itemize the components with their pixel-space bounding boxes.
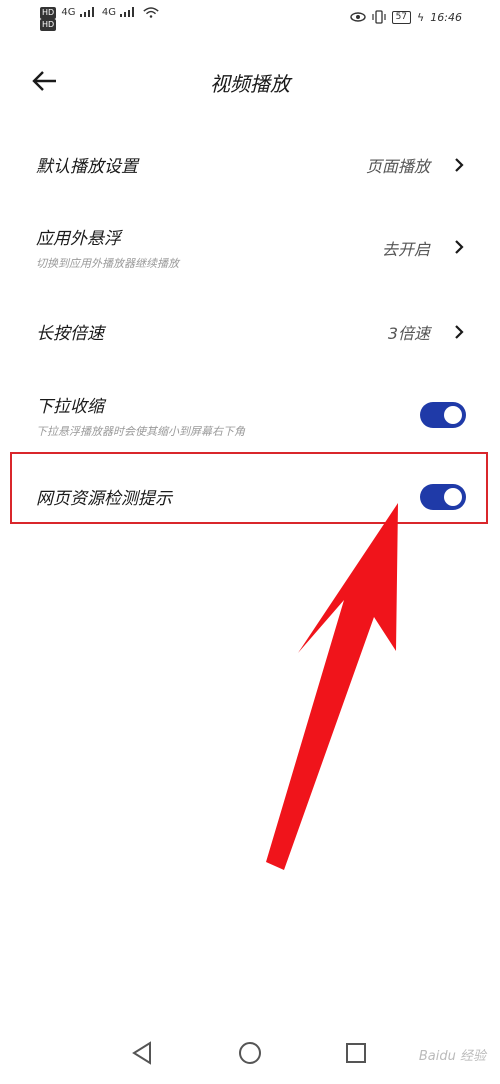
nav-recents-icon[interactable] bbox=[343, 1040, 369, 1066]
signal-icon bbox=[79, 7, 94, 17]
battery-icon: 57 bbox=[391, 10, 412, 24]
signal-icon bbox=[120, 7, 135, 17]
network-type: 4G bbox=[61, 7, 76, 18]
setting-pull-down-shrink: 下拉收缩 下拉悬浮播放器时会使其缩小到屏幕右下角 bbox=[0, 384, 500, 444]
clock: 16:46 bbox=[430, 10, 462, 24]
header: 视频播放 bbox=[0, 56, 500, 106]
baidu-watermark: Baidu 经验 bbox=[418, 1049, 486, 1064]
setting-value: 去开启 bbox=[381, 240, 430, 259]
chevron-right-icon bbox=[455, 325, 464, 339]
setting-floating-player[interactable]: 应用外悬浮 切换到应用外播放器继续播放 去开启 bbox=[0, 218, 500, 278]
setting-label: 长按倍速 bbox=[36, 324, 104, 344]
hd-badge: HD bbox=[40, 7, 57, 19]
nav-back-icon[interactable] bbox=[130, 1040, 156, 1066]
setting-sublabel: 下拉悬浮播放器时会使其缩小到屏幕右下角 bbox=[36, 425, 245, 438]
setting-long-press-speed[interactable]: 长按倍速 3倍速 bbox=[0, 305, 500, 355]
network-type: 4G bbox=[101, 7, 116, 18]
toggle-knob bbox=[444, 406, 462, 424]
nav-home-icon[interactable] bbox=[237, 1040, 263, 1066]
setting-value: 3倍速 bbox=[387, 324, 430, 343]
chevron-right-icon bbox=[455, 240, 464, 254]
page-title: 视频播放 bbox=[210, 72, 290, 96]
status-icons: 57 ϟ 16:46 bbox=[349, 10, 462, 24]
chevron-right-icon bbox=[455, 158, 464, 172]
hd-badge: HD bbox=[40, 19, 57, 31]
setting-label: 下拉收缩 bbox=[36, 397, 104, 417]
setting-sublabel: 切换到应用外播放器继续播放 bbox=[36, 257, 179, 270]
vibrate-icon bbox=[371, 10, 386, 24]
charging-icon: ϟ bbox=[417, 10, 425, 24]
setting-label: 应用外悬浮 bbox=[36, 229, 121, 249]
setting-value: 页面播放 bbox=[365, 157, 430, 176]
signal-area: HD 4G 4G HD bbox=[40, 6, 160, 31]
setting-label: 默认播放设置 bbox=[36, 157, 138, 177]
pull-down-shrink-toggle[interactable] bbox=[420, 402, 466, 428]
highlight-box bbox=[10, 452, 488, 524]
eye-icon bbox=[349, 12, 366, 22]
wifi-icon bbox=[143, 7, 160, 18]
status-bar: HD 4G 4G HD 57 ϟ 16:46 bbox=[0, 0, 500, 40]
setting-default-playback[interactable]: 默认播放设置 页面播放 bbox=[0, 140, 500, 190]
